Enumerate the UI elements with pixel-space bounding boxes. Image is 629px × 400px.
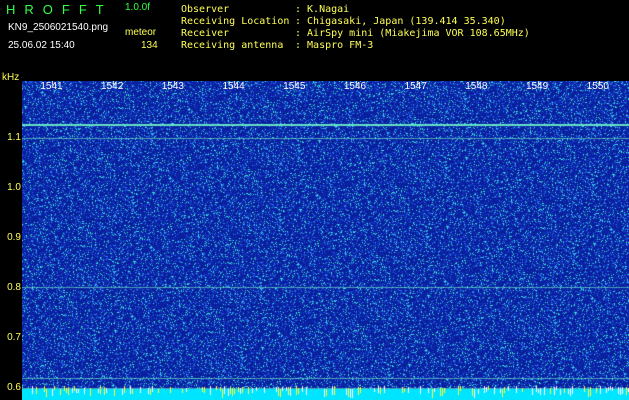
x-tick-label: 1546 — [343, 81, 367, 92]
x-tick-label: 1550 — [586, 81, 609, 92]
info-label: Observer — [181, 4, 230, 15]
y-tick-label: 0.8 — [7, 281, 21, 293]
meteor-count-value: 134 — [141, 40, 158, 51]
y-tick-label: 0.6 — [7, 381, 21, 393]
info-value: : AirSpy mini (Miakejima VOR 108.65MHz) — [295, 28, 530, 39]
y-axis-unit: kHz — [2, 72, 20, 83]
info-value: : K.Nagai — [295, 4, 350, 15]
info-value: : Chigasaki, Japan (139.414 35.340) — [295, 16, 506, 27]
x-tick-label: 1542 — [101, 81, 124, 92]
app-version: 1.0.0f — [125, 2, 151, 13]
x-tick-label: 1541 — [40, 81, 63, 92]
info-label: Receiving antenna — [181, 40, 284, 51]
y-tick-label: 0.7 — [7, 331, 21, 343]
y-tick-label: 1.0 — [7, 182, 21, 194]
x-tick-label: 1549 — [525, 81, 549, 92]
file-name: KN9_2506021540.png — [8, 22, 109, 33]
y-tick-label: 0.9 — [7, 232, 21, 243]
x-tick-label: 1547 — [404, 81, 427, 92]
info-receiver: Receiver : AirSpy mini (Miakejima VOR 108… — [181, 28, 530, 39]
info-label: Receiver — [181, 28, 230, 39]
meteor-count-label: meteor — [125, 27, 157, 38]
hrofft-window: HROFFT 1.0.0f KN9_2506021540.png 25.06.0… — [0, 0, 629, 400]
x-tick-label: 1548 — [465, 81, 488, 92]
x-tick-label: 1544 — [222, 81, 245, 92]
info-location: Receiving Location : Chigasaki, Japan (13… — [181, 16, 506, 27]
info-observer: Observer : K.Nagai — [181, 4, 349, 15]
info-label: Receiving Location — [181, 16, 290, 27]
info-antenna: Receiving antenna : Maspro FM-3 — [181, 40, 373, 51]
capture-datetime: 25.06.02 15:40 — [8, 40, 75, 51]
y-tick-label: 1.1 — [7, 132, 21, 144]
spectrogram-canvas[interactable] — [22, 81, 629, 400]
x-tick-label: 1545 — [283, 81, 306, 92]
x-tick-label: 1543 — [161, 81, 184, 92]
app-brand: HROFFT — [6, 2, 113, 17]
info-value: : Maspro FM-3 — [295, 40, 374, 51]
